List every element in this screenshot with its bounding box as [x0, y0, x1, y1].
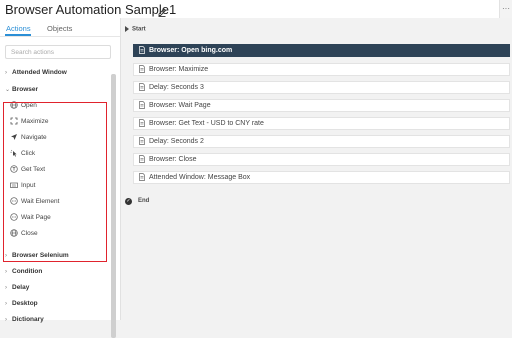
chevron-right-icon: › [5, 253, 7, 259]
globe-icon [10, 101, 18, 109]
flow-step[interactable]: Delay: Seconds 2 [133, 135, 510, 148]
flow-step[interactable]: Browser: Wait Page [133, 99, 510, 112]
scrollbar[interactable] [111, 74, 116, 338]
document-icon [138, 83, 146, 92]
action-navigate[interactable]: Navigate [10, 132, 47, 144]
flow-step[interactable]: Browser: Close [133, 153, 510, 166]
flow-canvas: Start Browser: Open bing.com Browser: Ma… [121, 18, 512, 320]
action-label: Maximize [21, 118, 49, 125]
start-label: Start [132, 26, 146, 33]
action-maximize[interactable]: Maximize [10, 116, 48, 128]
category-label: Delay [12, 284, 30, 291]
tab-objects[interactable]: Objects [47, 24, 72, 33]
play-icon [125, 26, 129, 32]
document-icon [138, 155, 146, 164]
step-label: Browser: Open bing.com [149, 47, 233, 54]
menu-dots-icon[interactable]: ··· [499, 0, 512, 18]
navigate-arrow-icon [10, 133, 18, 141]
flow-step[interactable]: Browser: Open bing.com [133, 44, 510, 57]
keyboard-icon [10, 181, 18, 189]
flow-step[interactable]: Browser: Get Text - USD to CNY rate [133, 117, 510, 130]
action-label: Wait Element [21, 198, 60, 205]
flow-step[interactable]: Attended Window: Message Box [133, 171, 510, 184]
step-label: Browser: Wait Page [149, 102, 211, 109]
category-delay[interactable]: › Delay [5, 284, 29, 291]
chevron-right-icon: › [5, 70, 7, 76]
action-label: Wait Page [21, 214, 51, 221]
step-label: Browser: Get Text - USD to CNY rate [149, 120, 264, 127]
action-label: Navigate [21, 134, 47, 141]
action-label: Input [21, 182, 36, 189]
document-icon [138, 101, 146, 110]
category-label: Desktop [12, 300, 38, 307]
wait-icon [10, 197, 18, 205]
page-title: Browser Automation Sample1 [5, 2, 177, 17]
action-input[interactable]: Input [10, 180, 35, 192]
tab-actions[interactable]: Actions [6, 24, 31, 33]
check-circle-icon: ✓ [125, 198, 132, 205]
document-icon [138, 119, 146, 128]
document-icon [138, 137, 146, 146]
step-label: Browser: Close [149, 156, 197, 163]
step-label: Attended Window: Message Box [149, 174, 251, 181]
tabs-divider [0, 36, 120, 37]
click-icon [10, 149, 18, 157]
document-icon [138, 173, 146, 182]
category-label: Browser [12, 86, 39, 93]
search-input[interactable] [5, 45, 111, 59]
action-label: Get Text [21, 166, 46, 173]
chevron-down-icon: ⌄ [5, 87, 11, 93]
action-wait-page[interactable]: Wait Page [10, 212, 51, 224]
wait-icon [10, 213, 18, 221]
start-marker: Start [125, 26, 146, 33]
step-label: Browser: Maximize [149, 66, 209, 73]
action-click[interactable]: Click [10, 148, 35, 160]
pencil-icon[interactable] [157, 4, 167, 17]
category-label: Browser Selenium [12, 252, 69, 259]
step-label: Delay: Seconds 2 [149, 138, 204, 145]
category-attended-window[interactable]: › Attended Window [5, 69, 67, 76]
chevron-right-icon: › [5, 269, 7, 275]
globe-icon [10, 229, 18, 237]
flow-step[interactable]: Delay: Seconds 3 [133, 81, 510, 94]
step-label: Delay: Seconds 3 [149, 84, 204, 91]
action-open[interactable]: Open [10, 100, 37, 112]
category-label: Attended Window [12, 69, 67, 76]
chevron-right-icon: › [5, 317, 7, 323]
action-get-text[interactable]: Get Text [10, 164, 45, 176]
end-marker: End [138, 198, 149, 204]
document-icon [138, 46, 146, 55]
chevron-right-icon: › [5, 301, 7, 307]
action-label: Open [21, 102, 37, 109]
chevron-right-icon: › [5, 285, 7, 291]
maximize-icon [10, 117, 18, 125]
app-header: Browser Automation Sample1 ··· [0, 0, 512, 18]
action-label: Click [21, 150, 36, 157]
category-browser[interactable]: ⌄ Browser [5, 86, 38, 93]
category-label: Condition [12, 268, 43, 275]
action-wait-element[interactable]: Wait Element [10, 196, 59, 208]
action-close[interactable]: Close [10, 228, 38, 240]
document-icon [138, 65, 146, 74]
action-label: Close [21, 230, 38, 237]
category-desktop[interactable]: › Desktop [5, 300, 38, 307]
flow-step[interactable]: Browser: Maximize [133, 63, 510, 76]
get-text-icon [10, 165, 18, 173]
category-browser-selenium[interactable]: › Browser Selenium [5, 252, 69, 259]
category-condition[interactable]: › Condition [5, 268, 42, 275]
end-label: End [138, 198, 150, 204]
actions-panel: Actions Objects ›Attended Window ⌄Browse… [0, 18, 121, 338]
